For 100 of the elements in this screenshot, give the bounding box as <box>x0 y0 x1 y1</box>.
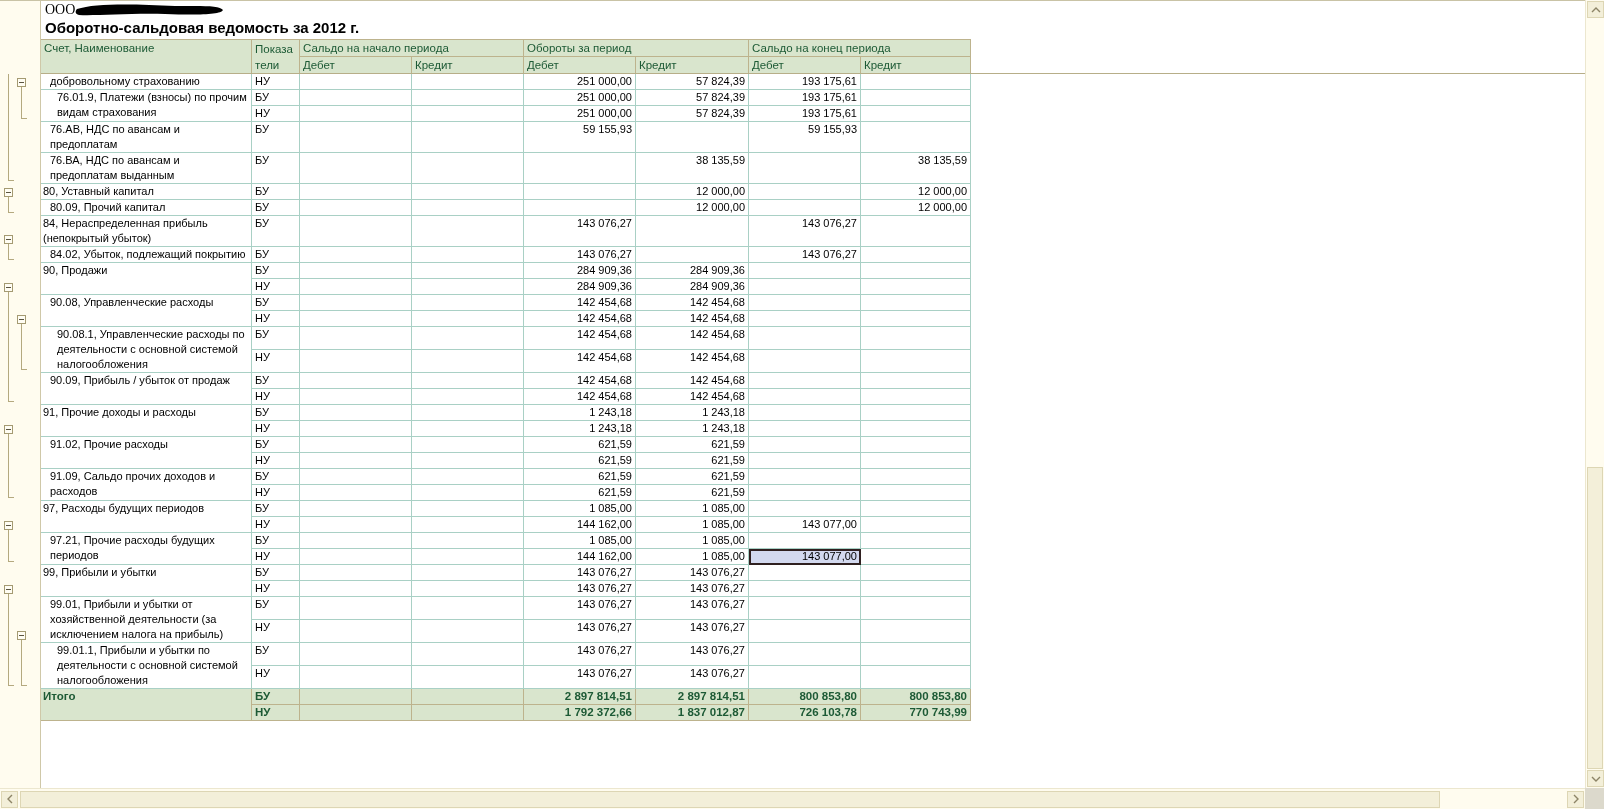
account-cell: 99, Прибыли и убытки <box>41 565 252 597</box>
amount-cell: 143 076,27 <box>749 247 861 263</box>
amount-cell: 1 085,00 <box>636 533 749 549</box>
amount-cell: 142 454,68 <box>636 389 749 405</box>
indicator-cell: БУ <box>252 122 300 153</box>
indicator-cell: БУ <box>252 501 300 517</box>
amount-cell: 284 909,36 <box>636 263 749 279</box>
column-group-header: Сальдо на конец периода <box>749 39 971 56</box>
amount-cell: 142 454,68 <box>524 389 636 405</box>
amount-cell: 193 175,61 <box>749 106 861 122</box>
collapse-icon[interactable] <box>17 631 26 640</box>
indicator-cell: БУ <box>252 90 300 106</box>
indicator-cell: НУ <box>252 311 300 327</box>
amount-cell: 621,59 <box>636 453 749 469</box>
column-header: Дебет <box>524 56 636 73</box>
indicator-cell: БУ <box>252 216 300 247</box>
tree-line <box>8 244 14 260</box>
total-cell: 1 792 372,66 <box>524 705 636 721</box>
collapse-icon[interactable] <box>4 521 13 530</box>
indicator-cell: БУ <box>252 184 300 200</box>
amount-cell: 143 077,00 <box>749 517 861 533</box>
collapse-icon[interactable] <box>4 283 13 292</box>
account-cell: 99.01, Прибыли и убытки от хозяйственной деятельности (за исключением налога на прибыль) <box>41 597 252 643</box>
amount-cell: 1 243,18 <box>524 405 636 421</box>
tree-line <box>8 530 14 562</box>
indicator-cell: НУ <box>252 517 300 533</box>
scroll-up-button[interactable] <box>1587 1 1604 18</box>
amount-cell: 1 243,18 <box>524 421 636 437</box>
amount-cell: 143 076,27 <box>636 597 749 620</box>
account-cell: 80, Уставный капитал <box>41 184 252 200</box>
column-header: Дебет <box>749 56 861 73</box>
scrollbar-thumb[interactable] <box>1587 467 1603 769</box>
collapse-icon[interactable] <box>4 188 13 197</box>
amount-cell: 12 000,00 <box>861 200 971 216</box>
amount-cell: 143 076,27 <box>524 597 636 620</box>
scroll-down-button[interactable] <box>1587 770 1604 787</box>
amount-cell: 143 076,27 <box>524 565 636 581</box>
indicator-cell: НУ <box>252 485 300 501</box>
indicator-cell: НУ <box>252 106 300 122</box>
collapse-icon[interactable] <box>4 425 13 434</box>
indicator-cell: БУ <box>252 405 300 421</box>
organization-name: ООО <box>45 3 76 17</box>
amount-cell: 1 085,00 <box>636 501 749 517</box>
amount-cell: 142 454,68 <box>636 311 749 327</box>
amount-cell: 59 155,93 <box>524 122 636 153</box>
chevron-right-icon <box>1571 794 1580 804</box>
total-cell: 800 853,80 <box>861 689 971 705</box>
amount-cell: 143 076,27 <box>636 565 749 581</box>
scrollbar-thumb[interactable] <box>20 790 1440 808</box>
column-header: Кредит <box>412 56 524 73</box>
amount-cell: 284 909,36 <box>524 279 636 295</box>
collapse-icon[interactable] <box>4 585 13 594</box>
total-cell: 1 837 012,87 <box>636 705 749 721</box>
amount-cell: 57 824,39 <box>636 74 749 90</box>
account-cell: 97.21, Прочие расходы будущих периодов <box>41 533 252 565</box>
collapse-icon[interactable] <box>4 235 13 244</box>
selected-cell[interactable]: 143 077,00 <box>749 549 861 565</box>
column-header: Показатели <box>252 39 300 73</box>
indicator-cell: БУ <box>252 373 300 389</box>
scroll-right-button[interactable] <box>1567 790 1584 808</box>
scroll-left-button[interactable] <box>1 790 18 808</box>
amount-cell: 142 454,68 <box>524 350 636 373</box>
amount-cell: 621,59 <box>636 485 749 501</box>
tree-line <box>8 434 14 498</box>
amount-cell: 1 085,00 <box>636 517 749 533</box>
account-cell: 76.АВ, НДС по авансам и предоплатам <box>41 122 252 153</box>
account-cell: 90, Продажи <box>41 263 252 295</box>
indicator-cell: БУ <box>252 597 300 620</box>
amount-cell: 12 000,00 <box>636 184 749 200</box>
total-cell: 800 853,80 <box>749 689 861 705</box>
amount-cell: 143 076,27 <box>636 643 749 666</box>
tree-line <box>8 197 14 213</box>
indicator-cell: НУ <box>252 453 300 469</box>
amount-cell: 621,59 <box>524 469 636 485</box>
indicator-cell: БУ <box>252 327 300 350</box>
amount-cell: 621,59 <box>524 437 636 453</box>
column-group-header: Обороты за период <box>524 39 749 56</box>
amount-cell: 1 243,18 <box>636 405 749 421</box>
amount-cell: 621,59 <box>636 469 749 485</box>
collapse-icon[interactable] <box>17 78 26 87</box>
amount-cell: 143 076,27 <box>636 620 749 643</box>
account-cell: 80.09, Прочий капитал <box>41 200 252 216</box>
indicator-cell: БУ <box>252 263 300 279</box>
total-cell: 726 103,78 <box>749 705 861 721</box>
amount-cell: 143 076,27 <box>524 216 636 247</box>
column-header: Кредит <box>636 56 749 73</box>
indicator-cell: БУ <box>252 643 300 666</box>
indicator-cell: БУ <box>252 247 300 263</box>
amount-cell: 57 824,39 <box>636 90 749 106</box>
indicator-cell: НУ <box>252 581 300 597</box>
amount-cell: 193 175,61 <box>749 74 861 90</box>
tree-line <box>21 640 27 686</box>
amount-cell: 142 454,68 <box>636 295 749 311</box>
account-cell: 76.01.9, Платежи (взносы) по прочим видам страхования <box>41 90 252 122</box>
indicator-cell: НУ <box>252 705 300 721</box>
indicator-cell: БУ <box>252 565 300 581</box>
collapse-icon[interactable] <box>17 315 26 324</box>
amount-cell: 284 909,36 <box>524 263 636 279</box>
column-header: Дебет <box>300 56 412 73</box>
account-cell: 97, Расходы будущих периодов <box>41 501 252 533</box>
